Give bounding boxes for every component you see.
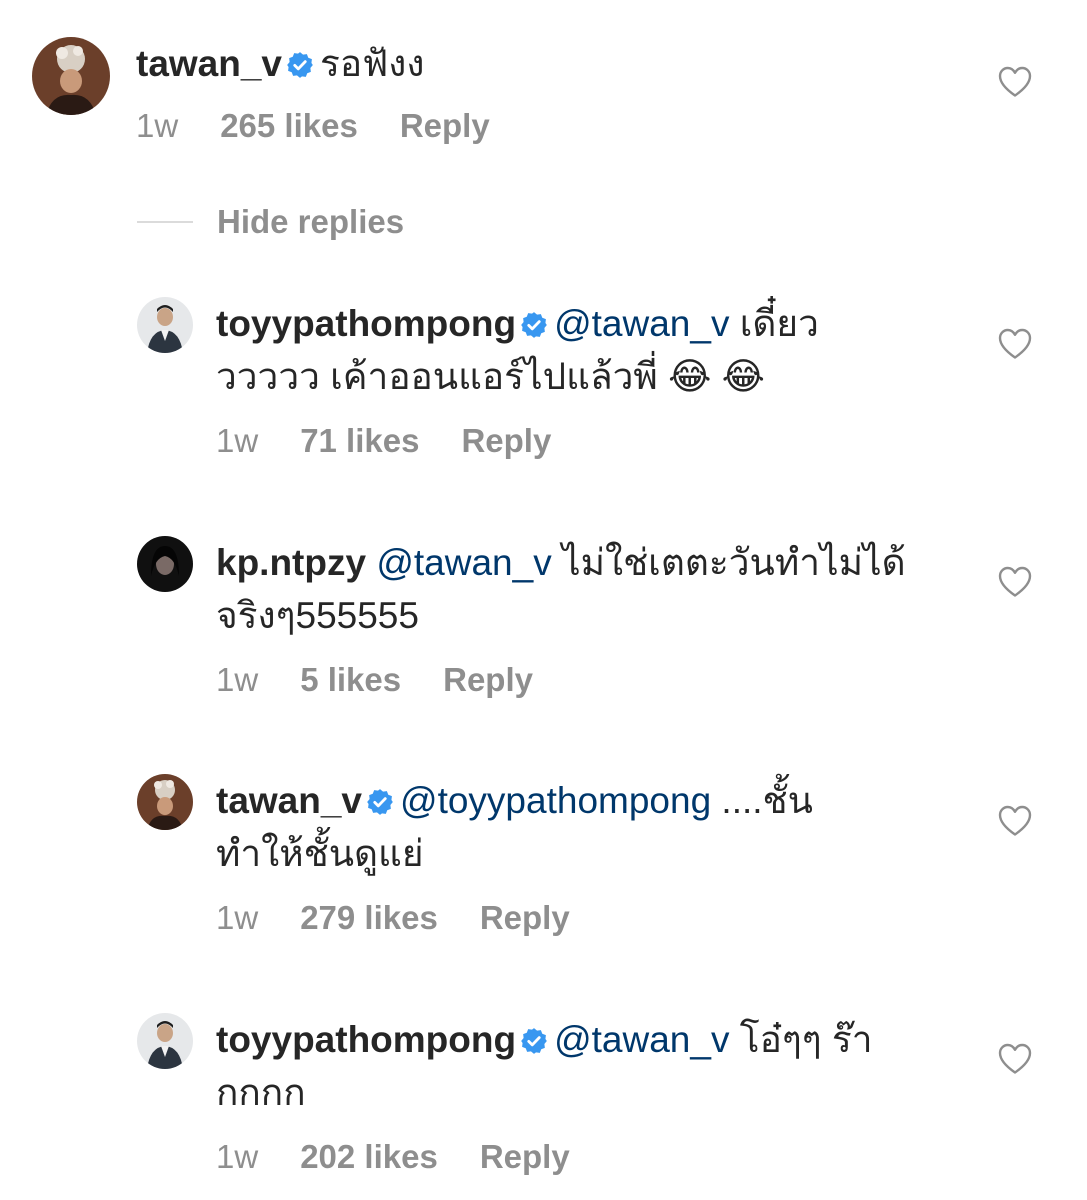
heart-outline-icon — [998, 1043, 1032, 1074]
comment-text: เดี๋ยว — [729, 303, 819, 344]
likes-count[interactable]: 5 likes — [300, 661, 401, 698]
avatar-toyypathompong[interactable] — [137, 1013, 193, 1069]
heart-outline-icon — [998, 566, 1032, 597]
comment-text-line2: ทำให้ชั้นดูแย่ — [216, 833, 424, 874]
comment-text: โอ๋ๆๆ ร๊า — [729, 1019, 873, 1060]
avatar-tawan-v[interactable] — [32, 37, 110, 115]
mention-link[interactable]: @tawan_v — [376, 542, 551, 583]
avatar-image — [137, 1013, 193, 1069]
comment-body: toyypathompong @tawan_v โอ๋ๆๆ ร๊า กกกก — [216, 1013, 956, 1119]
comment-text-line2: ววววว เค้าออนแอร์ไปแล้วพี่ 😂 😂 — [216, 356, 765, 397]
like-button[interactable] — [998, 1043, 1032, 1075]
comment-meta: 1w 71 likes Reply — [216, 421, 593, 461]
hide-replies-toggle[interactable]: Hide replies — [137, 200, 404, 244]
likes-count[interactable]: 71 likes — [300, 422, 419, 459]
heart-outline-icon — [998, 328, 1032, 359]
comment-text-line2: กกกก — [216, 1072, 306, 1113]
like-button[interactable] — [998, 328, 1032, 360]
comment-body: tawan_v รอฟังง — [136, 37, 424, 90]
avatar-image — [137, 297, 193, 353]
verified-badge-icon — [520, 311, 548, 339]
hide-replies-label[interactable]: Hide replies — [217, 203, 404, 241]
timestamp: 1w — [216, 661, 259, 698]
comment-text: ไม่ใช่เตตะวันทำไม่ได้ — [551, 542, 906, 583]
username[interactable]: toyypathompong — [216, 303, 516, 344]
comment-text: ....ชั้น — [711, 780, 813, 821]
comment-meta: 1w 202 likes Reply — [216, 1137, 612, 1177]
comment-body: tawan_v @toyypathompong ....ชั้น ทำให้ชั้… — [216, 774, 936, 880]
verified-badge-icon — [286, 51, 314, 79]
reply-button[interactable]: Reply — [443, 661, 533, 698]
likes-count[interactable]: 279 likes — [300, 899, 438, 936]
timestamp: 1w — [216, 1138, 259, 1175]
like-button[interactable] — [998, 566, 1032, 598]
verified-badge-icon — [520, 1027, 548, 1055]
like-button[interactable] — [998, 805, 1032, 837]
heart-outline-icon — [998, 805, 1032, 836]
avatar-tawan-v[interactable] — [137, 774, 193, 830]
avatar-image — [137, 536, 193, 592]
timestamp: 1w — [136, 107, 179, 144]
divider-line — [137, 221, 193, 223]
timestamp: 1w — [216, 899, 259, 936]
mention-link[interactable]: @toyypathompong — [400, 780, 711, 821]
comment-body: kp.ntpzy @tawan_v ไม่ใช่เตตะวันทำไม่ได้ … — [216, 536, 956, 642]
reply-button[interactable]: Reply — [400, 107, 490, 144]
comment-meta: 1w 265 likes Reply — [136, 106, 532, 146]
comment-text: รอฟังง — [320, 43, 425, 84]
username[interactable]: tawan_v — [136, 43, 282, 84]
avatar-toyypathompong[interactable] — [137, 297, 193, 353]
comment-body: toyypathompong @tawan_v เดี๋ยว ววววว เค้า… — [216, 297, 916, 403]
avatar-image — [32, 37, 110, 115]
comment-text-line2: จริงๆ555555 — [216, 595, 419, 636]
avatar-image — [137, 774, 193, 830]
mention-link[interactable]: @tawan_v — [554, 303, 729, 344]
likes-count[interactable]: 202 likes — [300, 1138, 438, 1175]
username[interactable]: kp.ntpzy — [216, 542, 366, 583]
reply-button[interactable]: Reply — [480, 1138, 570, 1175]
heart-outline-icon — [998, 66, 1032, 97]
likes-count[interactable]: 265 likes — [220, 107, 358, 144]
mention-link[interactable]: @tawan_v — [554, 1019, 729, 1060]
comment-meta: 1w 5 likes Reply — [216, 660, 575, 700]
reply-button[interactable]: Reply — [480, 899, 570, 936]
timestamp: 1w — [216, 422, 259, 459]
comment-meta: 1w 279 likes Reply — [216, 898, 612, 938]
verified-badge-icon — [366, 788, 394, 816]
username[interactable]: tawan_v — [216, 780, 362, 821]
like-button[interactable] — [998, 66, 1032, 98]
username[interactable]: toyypathompong — [216, 1019, 516, 1060]
avatar-kp-ntpzy[interactable] — [137, 536, 193, 592]
reply-button[interactable]: Reply — [461, 422, 551, 459]
